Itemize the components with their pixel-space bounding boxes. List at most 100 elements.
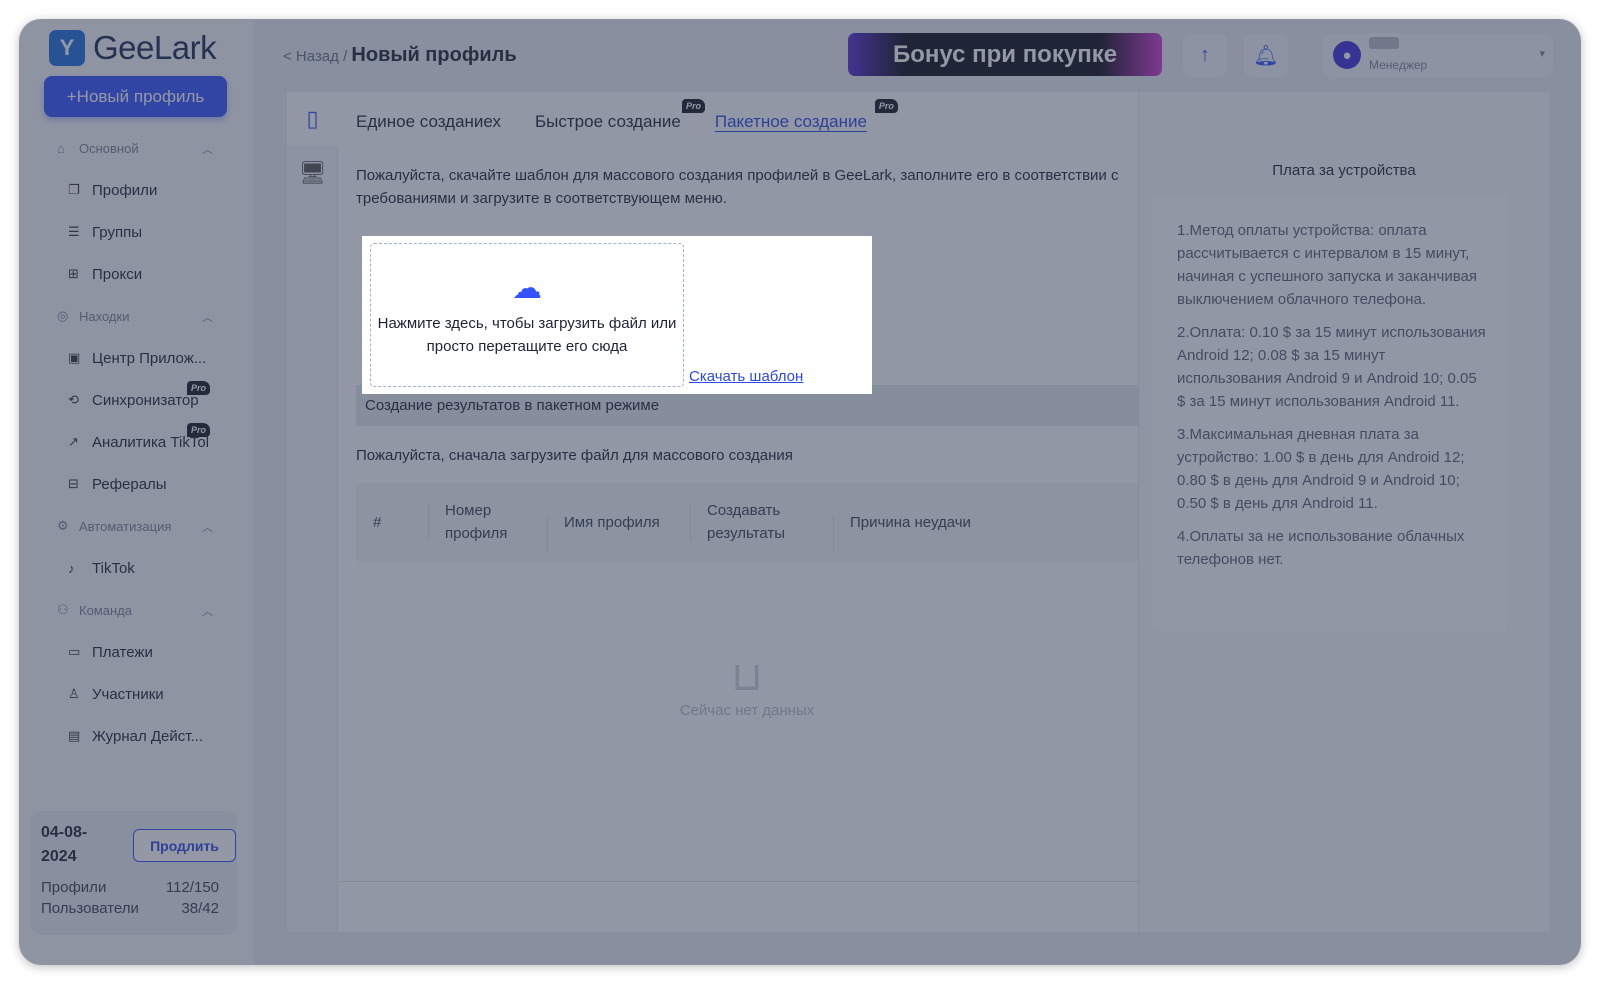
column-header-profile-name: Имя профиля (547, 511, 690, 553)
page-title: Новый профиль (351, 44, 517, 66)
section-label: Находки (79, 308, 130, 324)
tab-label: Пакетное создание (714, 112, 867, 131)
fee-item: 1.Метод оплаты устройства: оплата рассчи… (1177, 222, 1477, 308)
desktop-device-icon[interactable]: 🖥︎ (287, 146, 338, 200)
plan-users-value: 38/42 (181, 900, 219, 917)
sidebar-item-tiktok-analytics[interactable]: ↗ Аналитика TikTok Pro (19, 421, 253, 463)
results-table-header: # Номер профиля Имя профиля Создавать ре… (356, 483, 1138, 561)
tiktok-icon: ♪ (68, 560, 75, 576)
sidebar-item-label: Синхронизатор (92, 391, 199, 409)
sidebar-item-groups[interactable]: ☰ Группы (19, 211, 253, 253)
fee-item: 3.Максимальная дневная плата за устройст… (1177, 426, 1465, 512)
sidebar-item-profiles[interactable]: ❐ Профили (19, 169, 253, 211)
sidebar-section-team[interactable]: ⚇ Команда ︿ (19, 589, 253, 631)
sidebar: Y GeeLark +Новый профиль ⌂ Основной ︿ ❐ … (19, 19, 253, 965)
section-label: Автоматизация (79, 518, 172, 534)
sidebar-item-app-center[interactable]: ▣ Центр Прилож... (19, 337, 253, 379)
column-header-index: # (373, 513, 382, 531)
gift-icon: ⊟ (68, 476, 79, 491)
chevron-up-icon: ︿ (202, 522, 213, 534)
bell-icon[interactable]: 🔔︎ (1244, 33, 1288, 77)
wallet-icon: ▭ (68, 644, 81, 659)
empty-text: Сейчас нет данных (679, 702, 815, 719)
tab-label: Единое созданиех (356, 112, 501, 131)
network-icon: ⊞ (68, 266, 79, 281)
sidebar-item-activity-log[interactable]: ▤ Журнал Дейст... (19, 715, 253, 757)
home-icon: ⌂ (57, 140, 65, 156)
column-header-profile-number: Номер профиля (428, 499, 547, 545)
sidebar-item-members[interactable]: ♙ Участники (19, 673, 253, 715)
chevron-up-icon: ︿ (202, 144, 213, 156)
sidebar-item-payments[interactable]: ▭ Платежи (19, 631, 253, 673)
chevron-up-icon: ︿ (202, 312, 213, 324)
sync-icon: ⟲ (68, 392, 79, 407)
plan-expiry-date: 04-08-2024 (41, 824, 88, 865)
sidebar-item-label: Журнал Дейст... (92, 727, 203, 745)
breadcrumb: < Назад / Новый профиль (283, 44, 517, 67)
sidebar-item-label: Участники (92, 685, 164, 703)
main-area: < Назад / Новый профиль Бонус при покупк… (253, 19, 1581, 965)
sidebar-item-tiktok[interactable]: ♪ TikTok (19, 547, 253, 589)
apps-icon: ▣ (68, 350, 81, 365)
logo[interactable]: Y GeeLark (49, 29, 217, 67)
promo-banner[interactable]: Бонус при покупке (848, 33, 1162, 76)
sidebar-item-label: Центр Прилож... (92, 349, 207, 367)
plan-profiles-value: 112/150 (165, 879, 219, 896)
sidebar-item-synchronizer[interactable]: ⟲ Синхронизатор Pro (19, 379, 253, 421)
column-header-failure-reason: Причина неудачи (833, 511, 1033, 553)
chart-icon: ↗ (68, 434, 79, 449)
sidebar-item-label: TikTok (92, 559, 135, 577)
plan-profiles-row: Профили 112/150 (41, 879, 227, 896)
upload-spotlight: ☁︎ Нажмите здесь, чтобы загрузить файл и… (362, 236, 872, 394)
tab-single-create[interactable]: Единое созданиех (356, 112, 501, 132)
new-profile-button[interactable]: +Новый профиль (44, 76, 227, 117)
tab-batch-create[interactable]: Пакетное создание Pro (714, 99, 898, 132)
sidebar-section-main[interactable]: ⌂ Основной ︿ (19, 127, 253, 169)
user-menu[interactable]: ● Менеджер ▾ (1323, 33, 1553, 77)
logo-text: GeeLark (93, 29, 217, 66)
sidebar-section-discoveries[interactable]: ◎ Находки ︿ (19, 295, 253, 337)
compass-icon: ◎ (57, 308, 69, 323)
chevron-up-icon: ︿ (202, 606, 213, 618)
divider (338, 881, 1138, 882)
user-role: Менеджер (1369, 58, 1428, 72)
log-icon: ▤ (68, 728, 81, 743)
fees-card: 1.Метод оплаты устройства: оплата рассчи… (1152, 195, 1507, 631)
cloud-upload-icon: ☁︎ (512, 272, 542, 305)
file-dropzone[interactable]: ☁︎ Нажмите здесь, чтобы загрузить файл и… (370, 243, 684, 387)
plan-users-label: Пользователи (41, 900, 139, 917)
sidebar-section-automation[interactable]: ⚙ Автоматизация ︿ (19, 505, 253, 547)
batch-description: Пожалуйста, скачайте шаблон для массовог… (356, 167, 1119, 207)
column-header-create-results: Создавать результаты (690, 499, 833, 545)
fee-item: 4.Оплаты за не использование облачных те… (1177, 528, 1465, 568)
fee-item: 2.Оплата: 0.10 $ за 15 минут использован… (1177, 324, 1486, 410)
device-type-tabs: ▯ 🖥︎ (287, 92, 338, 932)
upload-first-hint: Пожалуйста, сначала загрузите файл для м… (356, 447, 793, 464)
sidebar-item-label: Рефералы (92, 475, 167, 493)
sidebar-item-label: Профили (92, 181, 158, 199)
plan-card: 04-08-2024 Продлить Профили 112/150 Поль… (31, 811, 237, 935)
list-icon: ☰ (68, 224, 80, 239)
extend-button[interactable]: Продлить (133, 829, 236, 862)
pro-badge: Pro (682, 99, 706, 113)
fees-title: Плата за устройства (1272, 162, 1416, 179)
sidebar-item-referrals[interactable]: ⊟ Рефералы (19, 463, 253, 505)
sidebar-item-label: Группы (92, 223, 142, 241)
pro-badge: Pro (874, 99, 898, 113)
mobile-device-icon[interactable]: ▯ (287, 92, 338, 146)
team-icon: ⚇ (57, 602, 69, 617)
tab-quick-create[interactable]: Быстрое создание Pro (535, 99, 706, 132)
upload-arrow-icon[interactable]: ↑ (1183, 33, 1227, 77)
avatar: ● (1333, 41, 1361, 69)
content-panel: ▯ 🖥︎ Единое созданиех Быстрое создание P… (287, 92, 1549, 932)
download-template-link[interactable]: Скачать шаблон (689, 368, 803, 385)
sidebar-item-proxy[interactable]: ⊞ Прокси (19, 253, 253, 295)
geelark-logo-icon: Y (49, 30, 85, 66)
empty-state: ⊔ Сейчас нет данных (356, 652, 1138, 719)
section-label: Основной (79, 140, 139, 156)
automation-icon: ⚙ (57, 518, 69, 533)
plan-profiles-label: Профили (41, 879, 107, 896)
back-link[interactable]: < Назад / (283, 48, 347, 65)
members-icon: ♙ (68, 686, 80, 701)
section-label: Команда (79, 602, 132, 618)
